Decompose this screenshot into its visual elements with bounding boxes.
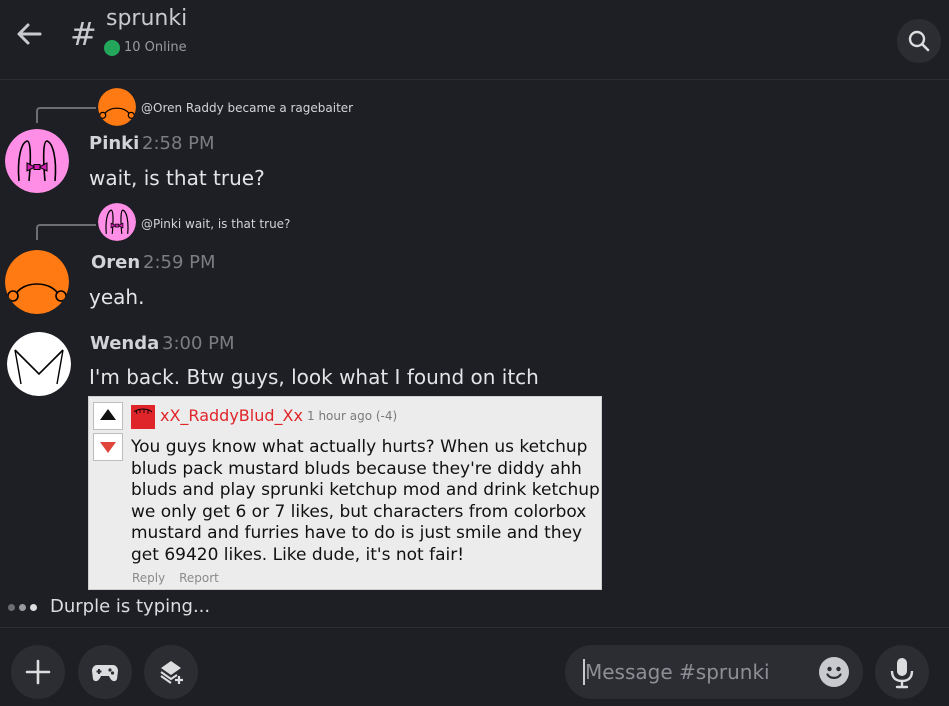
channel-header: # sprunki 10 Online — [0, 0, 949, 80]
pink-bow-avatar-icon — [98, 203, 136, 241]
red-avatar-icon — [133, 408, 153, 415]
online-count: 10 Online — [124, 40, 187, 55]
message-timestamp: 3:00 PM — [162, 333, 235, 354]
embed-timestamp: 1 hour ago (-4) — [307, 409, 398, 423]
search-icon — [908, 30, 930, 52]
emoji-button[interactable] — [819, 657, 849, 687]
embed-comment-text: You guys know what actually hurts? When … — [131, 437, 600, 565]
typing-text: Durple is typing... — [50, 596, 211, 617]
microphone-icon — [890, 658, 914, 689]
reply-avatar — [98, 203, 136, 241]
message-input-placeholder: Message #sprunki — [585, 660, 770, 684]
attached-image[interactable]: xX_RaddyBlud_Xx 1 hour ago (-4) You guys… — [88, 396, 602, 590]
downvote-icon — [100, 442, 116, 453]
downvote-button[interactable] — [93, 433, 123, 461]
upvote-icon — [100, 409, 116, 420]
reply-preview-text[interactable]: @Oren Raddy became a ragebaiter — [141, 101, 353, 115]
white-envelope-avatar-icon — [7, 332, 71, 396]
reply-connector — [36, 107, 96, 123]
stickers-button[interactable] — [144, 645, 198, 699]
reply-avatar — [98, 88, 136, 126]
channel-hash-icon: # — [70, 15, 97, 53]
message-text: yeah. — [89, 285, 145, 309]
embed-actions: Reply Report — [132, 571, 229, 585]
gamepad-icon — [92, 665, 118, 682]
embed-username: xX_RaddyBlud_Xx — [160, 406, 303, 425]
message-username[interactable]: Pinki — [89, 133, 139, 154]
message-text: wait, is that true? — [89, 166, 265, 190]
avatar[interactable] — [7, 332, 71, 396]
apps-button[interactable] — [78, 645, 132, 699]
reply-preview-text[interactable]: @Pinki wait, is that true? — [141, 217, 290, 231]
embed-report-link: Report — [179, 571, 219, 585]
online-status-dot — [104, 40, 120, 56]
footer-divider — [0, 627, 949, 628]
message-username[interactable]: Wenda — [90, 333, 159, 354]
voice-message-button[interactable] — [875, 645, 929, 699]
typing-dots-icon — [8, 604, 40, 612]
orange-avatar-icon — [98, 88, 136, 126]
avatar[interactable] — [5, 250, 69, 314]
search-button[interactable] — [897, 19, 941, 63]
back-button[interactable] — [14, 18, 46, 50]
pink-bow-avatar-icon — [5, 129, 69, 193]
message-timestamp: 2:58 PM — [142, 133, 215, 154]
avatar[interactable] — [5, 129, 69, 193]
emoji-icon — [826, 666, 842, 679]
sticker-icon — [160, 661, 183, 684]
embed-reply-link: Reply — [132, 571, 166, 585]
arrow-left-icon — [17, 23, 42, 45]
message-input[interactable]: Message #sprunki — [565, 645, 863, 699]
reply-connector — [36, 224, 96, 240]
message-timestamp: 2:59 PM — [143, 252, 216, 273]
add-attachment-button[interactable] — [11, 645, 65, 699]
plus-icon — [25, 659, 51, 685]
orange-avatar-icon — [5, 250, 69, 314]
channel-name: sprunki — [106, 6, 188, 31]
message-username[interactable]: Oren — [91, 252, 140, 273]
message-text: I'm back. Btw guys, look what I found on… — [89, 365, 539, 389]
upvote-button[interactable] — [93, 402, 123, 430]
embed-user-avatar — [131, 405, 155, 429]
